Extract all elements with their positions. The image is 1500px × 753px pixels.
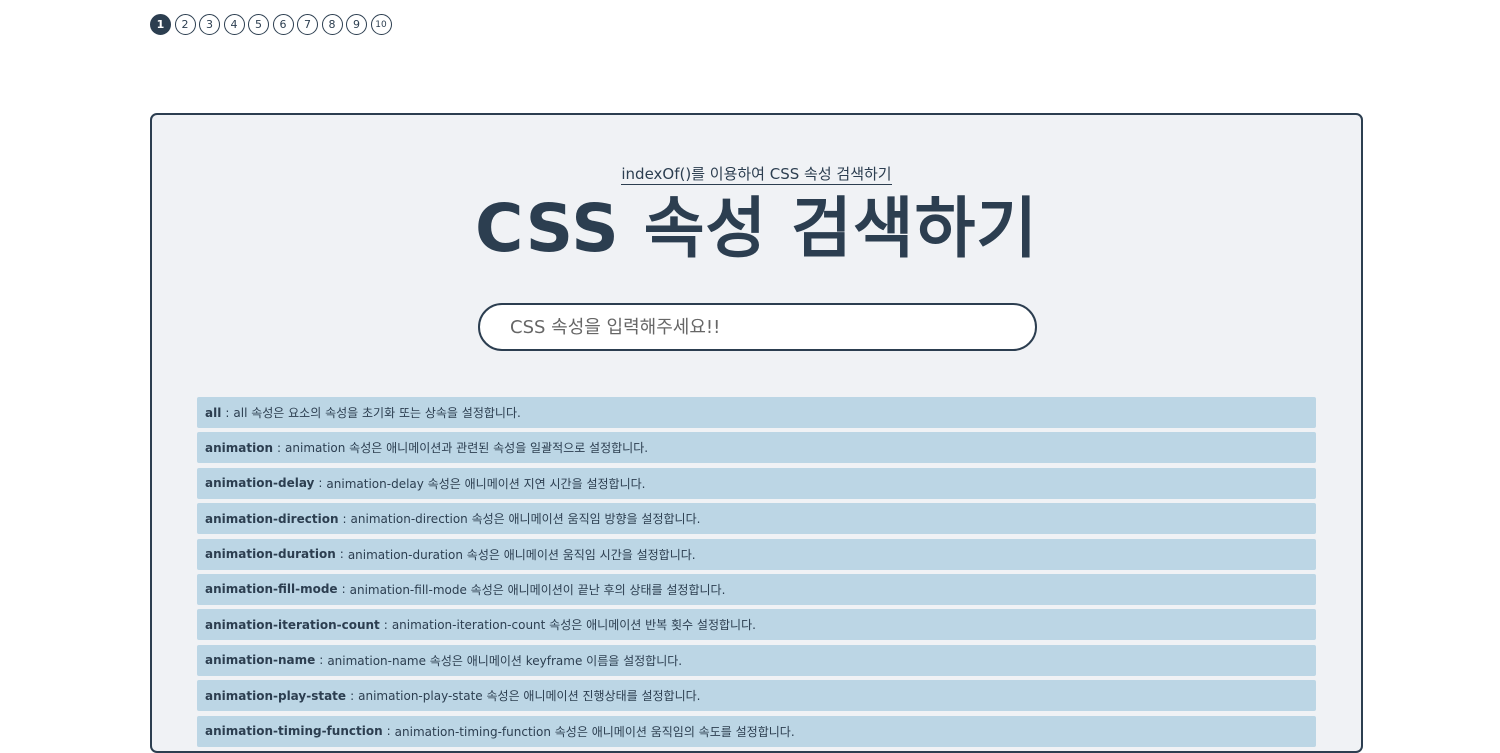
property-description: animation-direction 속성은 애니메이션 움직임 방향을 설정… bbox=[350, 512, 701, 527]
list-item: animation-fill-mode: animation-fill-mode … bbox=[197, 573, 1316, 605]
list-item: animation-direction: animation-direction … bbox=[197, 503, 1316, 535]
property-name: animation-fill-mode bbox=[205, 582, 338, 597]
property-separator: : bbox=[318, 476, 323, 491]
property-name: animation-play-state bbox=[205, 688, 347, 703]
property-description: animation-fill-mode 속성은 애니메이션이 끝난 후의 상태를… bbox=[349, 582, 726, 597]
property-separator: : bbox=[342, 511, 347, 526]
page-5-button[interactable]: 5 bbox=[248, 14, 269, 35]
page-2-button[interactable]: 2 bbox=[174, 14, 196, 35]
page-6-button[interactable]: 6 bbox=[272, 14, 294, 35]
property-separator: : bbox=[341, 582, 346, 597]
property-name: animation-name bbox=[205, 653, 316, 668]
search-panel: indexOf()를 이용하여 CSS 속성 검색하기 CSS 속성 검색하기 … bbox=[150, 113, 1363, 753]
property-name: animation-direction bbox=[205, 511, 339, 526]
property-separator: : bbox=[225, 405, 230, 420]
property-description: all 속성은 요소의 속성을 초기화 또는 상속을 설정합니다. bbox=[233, 406, 521, 420]
property-description: animation-play-state 속성은 애니메이션 진행상태를 설정합… bbox=[358, 689, 701, 704]
property-separator: : bbox=[277, 440, 282, 455]
subtitle-link[interactable]: indexOf()를 이용하여 CSS 속성 검색하기 bbox=[621, 165, 892, 185]
property-description: animation-duration 속성은 애니메이션 움직임 시간을 설정합… bbox=[347, 547, 696, 562]
list-item: animation: animation 속성은 애니메이션과 관련된 속성을 일… bbox=[197, 432, 1316, 464]
property-name: all bbox=[205, 405, 222, 420]
page-8-button[interactable]: 8 bbox=[321, 14, 343, 35]
property-list: all: all 속성은 요소의 속성을 초기화 또는 상속을 설정합니다. ani… bbox=[197, 397, 1316, 751]
pagination: 1 2 3 4 5 6 7 8 9 10 bbox=[150, 14, 392, 35]
page-7-button[interactable]: 7 bbox=[297, 14, 318, 35]
page-9-button[interactable]: 9 bbox=[346, 14, 367, 35]
page-10-button[interactable]: 10 bbox=[370, 14, 392, 35]
page-title: CSS 속성 검색하기 bbox=[474, 190, 1039, 267]
property-description: animation-name 속성은 애니메이션 keyframe 이름을 설정… bbox=[327, 653, 683, 668]
list-item: animation-iteration-count: animation-iter… bbox=[197, 609, 1316, 641]
page-1-button[interactable]: 1 bbox=[150, 14, 171, 35]
property-separator: : bbox=[383, 617, 388, 632]
property-name: animation bbox=[205, 440, 273, 455]
property-name: animation-timing-function bbox=[205, 724, 383, 739]
property-name: animation-iteration-count bbox=[205, 617, 380, 632]
property-description: animation 속성은 애니메이션과 관련된 속성을 일괄적으로 설정합니다… bbox=[285, 441, 649, 456]
page-3-button[interactable]: 3 bbox=[199, 14, 220, 35]
property-separator: : bbox=[350, 688, 355, 703]
list-item: animation-play-state: animation-play-stat… bbox=[197, 680, 1316, 712]
list-item: animation-name: animation-name 속성은 애니메이션 … bbox=[197, 644, 1316, 676]
property-description: animation-delay 속성은 애니메이션 지연 시간을 설정합니다. bbox=[326, 476, 646, 491]
property-separator: : bbox=[319, 653, 324, 668]
property-name: animation-duration bbox=[205, 547, 336, 562]
property-name: animation-delay bbox=[205, 476, 315, 491]
list-item: animation-duration: animation-duration 속성… bbox=[197, 538, 1316, 570]
property-separator: : bbox=[386, 724, 391, 739]
list-item: all: all 속성은 요소의 속성을 초기화 또는 상속을 설정합니다. bbox=[197, 397, 1316, 428]
property-separator: : bbox=[339, 547, 344, 562]
page-subtitle: indexOf()를 이용하여 CSS 속성 검색하기 bbox=[152, 163, 1361, 185]
search-input[interactable] bbox=[478, 303, 1037, 351]
list-item: animation-timing-function: animation-timi… bbox=[197, 715, 1316, 747]
list-item: animation-delay: animation-delay 속성은 애니메이… bbox=[197, 467, 1316, 499]
property-description: animation-iteration-count 속성은 애니메이션 반복 횟… bbox=[391, 618, 756, 633]
page-4-button[interactable]: 4 bbox=[223, 14, 245, 35]
